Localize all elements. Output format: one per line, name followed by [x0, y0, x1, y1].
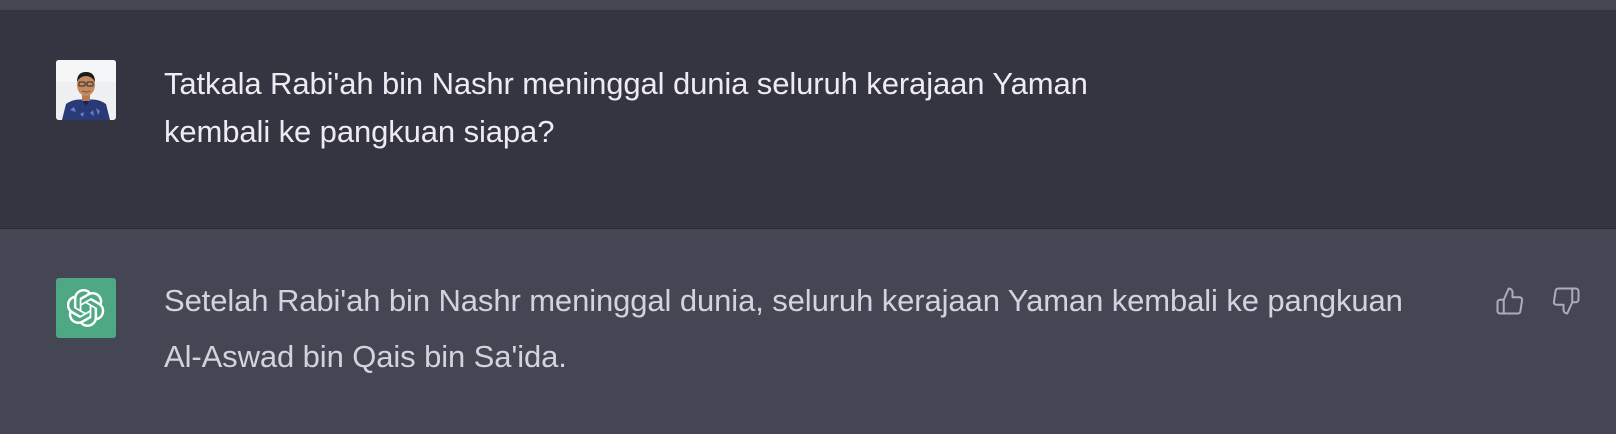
user-message-text: Tatkala Rabi'ah bin Nashr meninggal duni… — [164, 60, 1144, 156]
thumbs-up-button[interactable] — [1492, 283, 1528, 319]
openai-logo-icon — [67, 289, 105, 327]
assistant-message-text: Setelah Rabi'ah bin Nashr meninggal duni… — [164, 273, 1464, 385]
assistant-message-row: Setelah Rabi'ah bin Nashr meninggal duni… — [0, 229, 1616, 434]
user-message-line-1: Tatkala Rabi'ah bin Nashr meninggal duni… — [164, 66, 1088, 101]
assistant-avatar — [56, 278, 116, 338]
thumbs-up-icon — [1496, 287, 1524, 315]
assistant-message-line-2: Al-Aswad bin Qais bin Sa'ida. — [164, 339, 567, 374]
top-strip — [0, 0, 1616, 10]
assistant-message-line-1: Setelah Rabi'ah bin Nashr meninggal duni… — [164, 283, 1403, 318]
thumbs-down-icon — [1552, 287, 1580, 315]
user-photo-icon — [56, 60, 116, 120]
user-message-row: Tatkala Rabi'ah bin Nashr meninggal duni… — [0, 10, 1616, 229]
user-avatar — [56, 60, 116, 120]
thumbs-down-button[interactable] — [1548, 283, 1584, 319]
user-message-line-2: kembali ke pangkuan siapa? — [164, 114, 555, 149]
